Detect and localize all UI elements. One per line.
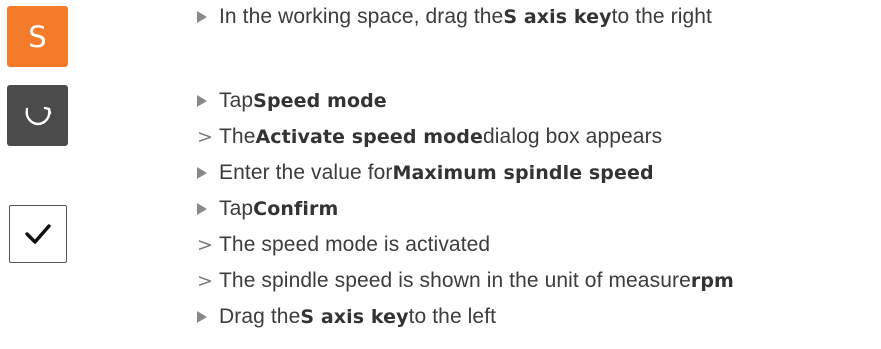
step-3: > The Activate speed mode dialog box app… bbox=[197, 120, 663, 154]
speed-mode-icon[interactable] bbox=[7, 85, 68, 146]
action-marker bbox=[197, 192, 207, 226]
action-marker bbox=[197, 156, 207, 190]
step-5: Tap Confirm bbox=[197, 192, 339, 226]
step-4: Enter the value for Maximum spindle spee… bbox=[197, 156, 654, 190]
s-axis-key-icon[interactable]: S bbox=[7, 6, 68, 67]
step-text-after: dialog box appears bbox=[483, 125, 663, 148]
step-text-before: The speed mode is activated bbox=[219, 233, 491, 256]
result-marker: > bbox=[197, 270, 214, 292]
step-text-before: Tap bbox=[219, 89, 254, 112]
step-text-before: In the working space, drag the bbox=[219, 5, 504, 28]
step-text-before: Tap bbox=[219, 197, 254, 220]
result-marker: > bbox=[197, 234, 214, 256]
step-text-bold: S axis key bbox=[300, 306, 409, 328]
step-text-bold: rpm bbox=[690, 270, 734, 292]
step-2: Tap Speed mode bbox=[197, 84, 387, 118]
step-text-bold: Confirm bbox=[253, 198, 339, 220]
step-text-before: The bbox=[219, 125, 256, 148]
step-7: > The spindle speed is shown in the unit… bbox=[197, 264, 734, 298]
step-text-bold: Maximum spindle speed bbox=[392, 162, 654, 184]
action-marker bbox=[197, 84, 207, 118]
confirm-icon[interactable] bbox=[9, 205, 67, 263]
step-text-bold: S axis key bbox=[503, 6, 612, 28]
rotate-arrow-icon bbox=[24, 106, 51, 125]
step-text-before: Drag the bbox=[219, 305, 301, 328]
step-text-bold: Speed mode bbox=[253, 90, 387, 112]
step-text-bold: Activate speed mode bbox=[255, 126, 483, 148]
step-6: > The speed mode is activated bbox=[197, 228, 491, 262]
step-text-after: to the right bbox=[611, 5, 712, 28]
s-axis-key-label: S bbox=[28, 19, 47, 54]
action-marker bbox=[197, 300, 207, 334]
step-text-before: Enter the value for bbox=[219, 161, 393, 184]
step-text-before: The spindle speed is shown in the unit o… bbox=[219, 269, 691, 292]
step-text-after: to the left bbox=[408, 305, 497, 328]
step-1: In the working space, drag the S axis ke… bbox=[197, 0, 712, 34]
result-marker: > bbox=[197, 126, 214, 148]
checkmark-icon bbox=[25, 224, 51, 244]
action-marker bbox=[197, 0, 207, 34]
step-8: Drag the S axis key to the left bbox=[197, 300, 497, 334]
